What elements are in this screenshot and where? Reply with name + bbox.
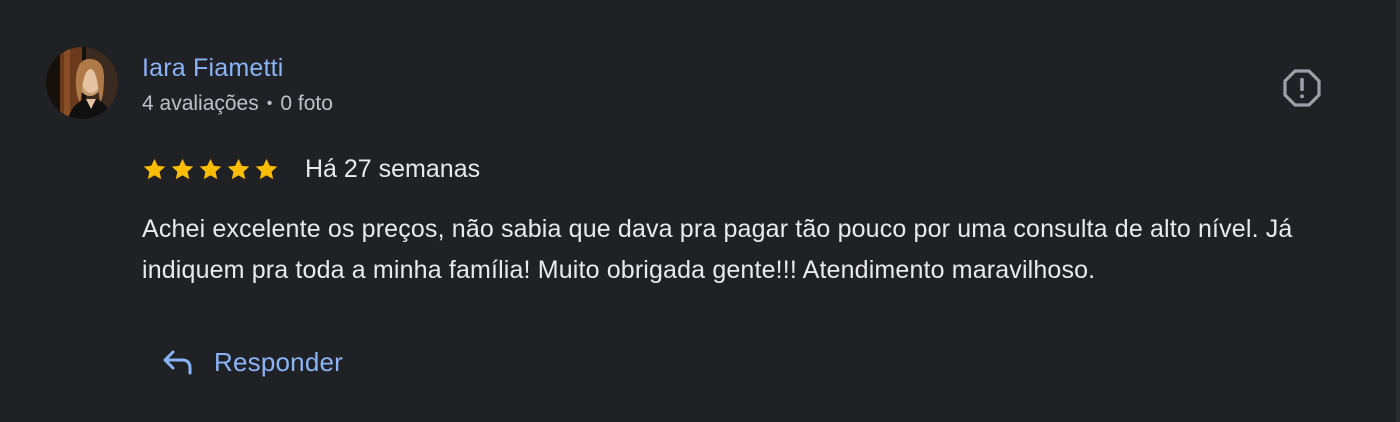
scrollbar-track xyxy=(1396,0,1400,422)
review-date: Há 27 semanas xyxy=(305,155,481,183)
reviewer-meta: 4 avaliações • 0 foto xyxy=(142,90,333,118)
star-icon xyxy=(142,157,167,182)
reply-button[interactable]: Responder xyxy=(150,336,355,388)
review-text: Achei excelente os preços, não sabia que… xyxy=(142,215,1293,284)
photos-count: 0 foto xyxy=(280,92,333,115)
reviews-count: 4 avaliações xyxy=(142,92,259,115)
star-rating xyxy=(142,157,279,182)
report-button[interactable] xyxy=(1280,66,1324,110)
rating-row: Há 27 semanas xyxy=(142,152,480,186)
star-icon xyxy=(170,157,195,182)
reviewer-name[interactable]: Iara Fiametti xyxy=(142,52,284,84)
report-flag-icon xyxy=(1283,69,1321,107)
avatar-image xyxy=(46,47,118,119)
avatar[interactable] xyxy=(46,47,118,119)
reply-arrow-icon xyxy=(162,348,194,376)
review-card: Iara Fiametti 4 avaliações • 0 foto Há 27 … xyxy=(0,0,1400,422)
star-icon xyxy=(198,157,223,182)
reply-label: Responder xyxy=(214,347,343,377)
star-icon xyxy=(254,157,279,182)
star-icon xyxy=(226,157,251,182)
meta-separator: • xyxy=(266,95,273,112)
